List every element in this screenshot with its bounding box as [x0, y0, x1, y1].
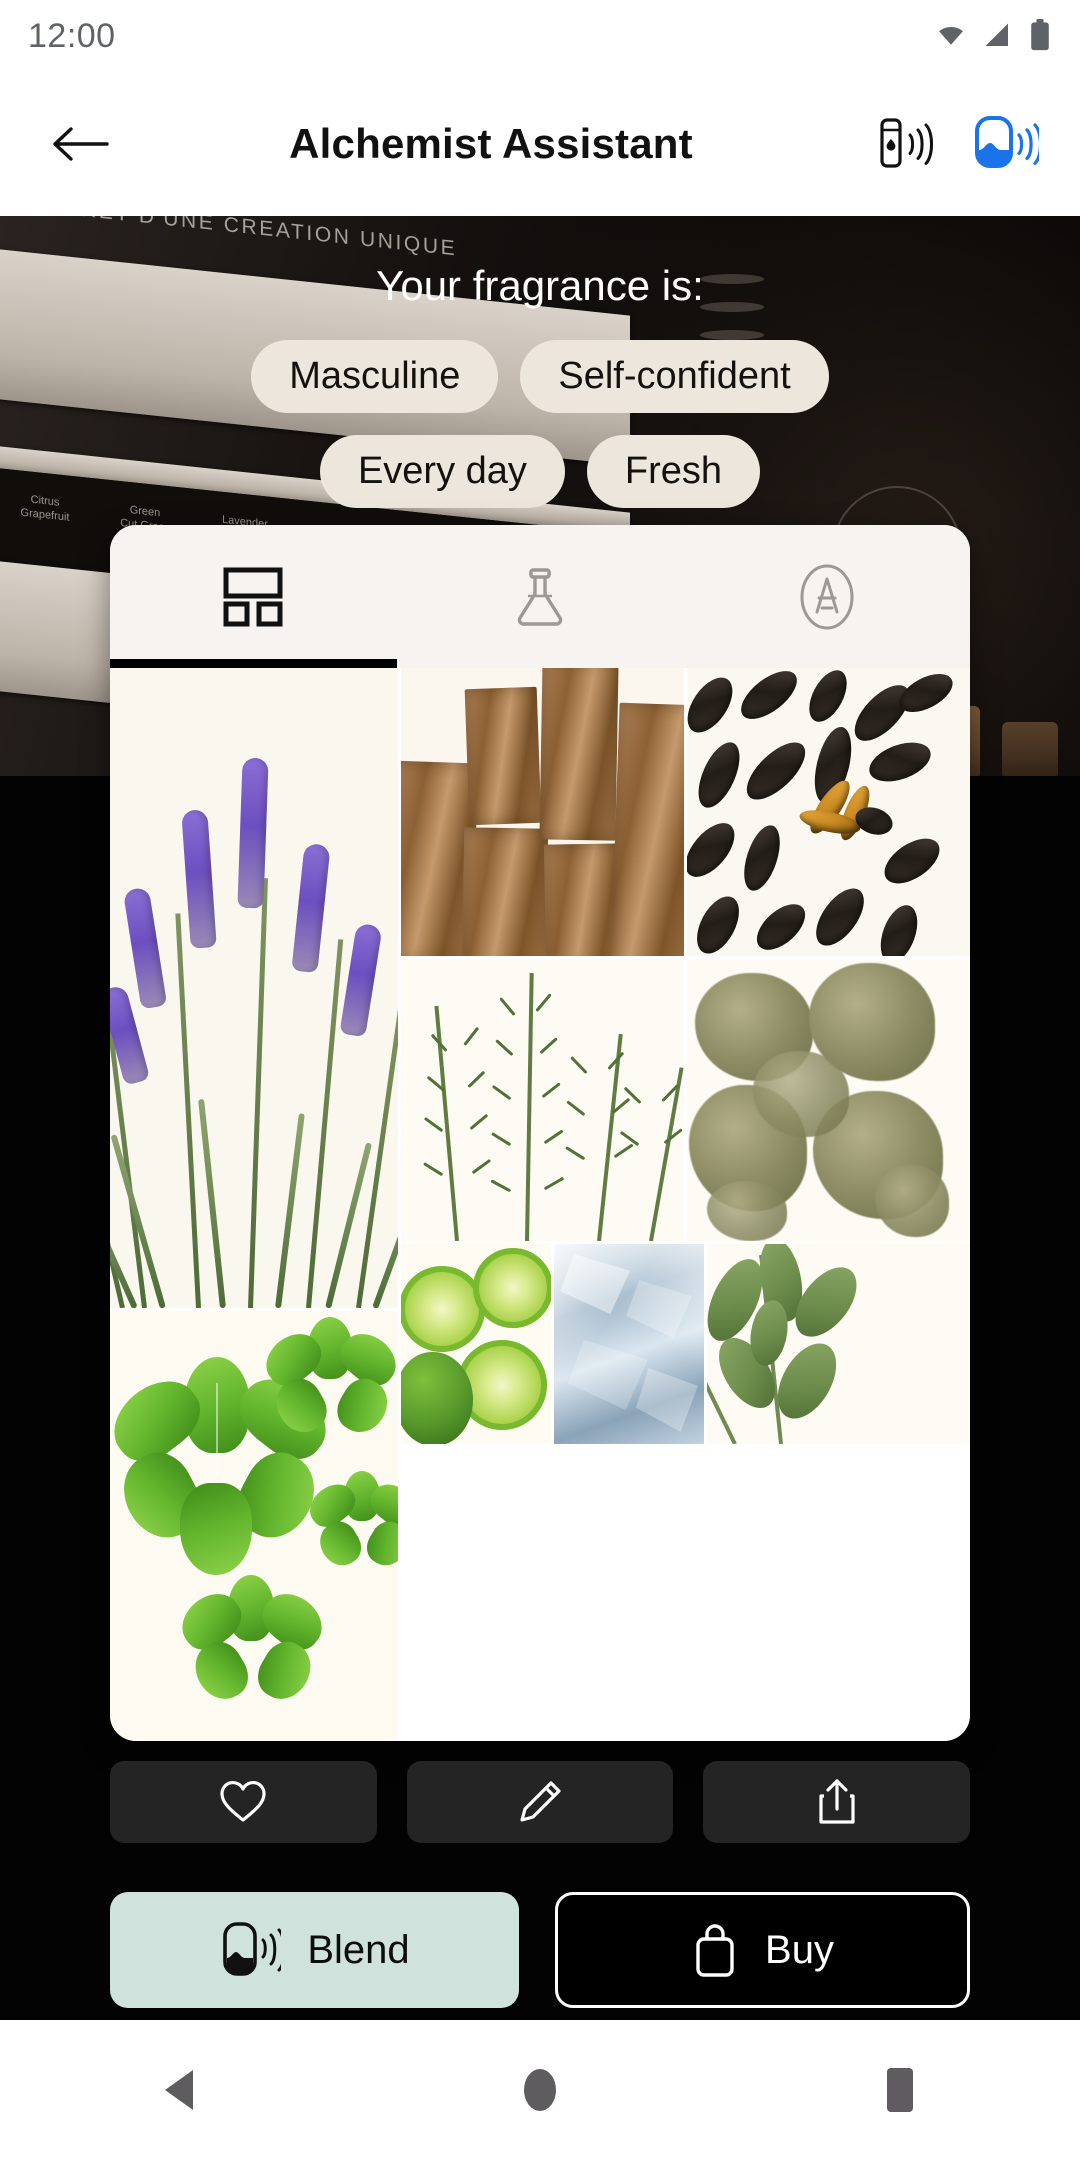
sage-artwork	[707, 1244, 970, 1444]
fragrance-tag-list: Masculine Self-confident Every day Fresh	[0, 340, 1080, 509]
sprayer-device-icon	[880, 118, 934, 168]
nav-back-icon	[165, 2070, 193, 2110]
tonka-bean-artwork	[687, 668, 970, 956]
geranium-artwork	[110, 1311, 398, 1741]
ingredient-tile-rosemary[interactable]	[401, 959, 684, 1241]
ingredient-tile-lavender[interactable]	[110, 668, 398, 1308]
nav-home-button[interactable]	[480, 2030, 600, 2150]
grid-row-1	[401, 668, 970, 956]
tab-ingredients-grid[interactable]	[110, 525, 397, 668]
ice-artwork	[554, 1244, 704, 1444]
oakmoss-artwork	[687, 959, 970, 1241]
tab-formula[interactable]	[397, 525, 684, 668]
pencil-icon	[520, 1781, 561, 1822]
hero-title: Your fragrance is:	[376, 262, 704, 309]
app-bar: Alchemist Assistant	[0, 72, 1080, 216]
fragrance-tag[interactable]: Self-confident	[520, 340, 829, 414]
buy-button[interactable]: Buy	[555, 1892, 970, 2008]
buy-label: Buy	[765, 1927, 834, 1972]
phone-screen: 12:00 Alchemist Assistant SECRET D'UNE C…	[0, 0, 1080, 2160]
app-bar-actions	[872, 109, 1040, 179]
grid-column-right	[401, 668, 970, 1741]
ingredient-tile-oakmoss[interactable]	[687, 959, 970, 1241]
ingredient-tile-sage[interactable]	[707, 1244, 970, 1444]
back-arrow-icon	[53, 127, 109, 161]
lavender-artwork	[110, 668, 398, 1308]
grid-column-left	[110, 668, 398, 1741]
sprayer-device-button[interactable]	[872, 109, 942, 179]
blender-device-icon	[975, 116, 1039, 168]
hero-section: SECRET D'UNE CREATION UNIQUE Citrus Grape…	[0, 216, 1080, 2020]
ingredient-tile-sandalwood[interactable]	[401, 668, 684, 956]
blender-device-icon	[223, 1922, 282, 1976]
nav-recents-icon	[887, 2068, 913, 2112]
blender-device-button[interactable]	[970, 109, 1040, 179]
page-title: Alchemist Assistant	[289, 120, 693, 167]
eiffel-tower-icon	[800, 564, 854, 629]
status-icons	[934, 19, 1052, 53]
shopping-bag-icon	[696, 1924, 734, 1977]
fragrance-tag[interactable]: Fresh	[586, 435, 761, 509]
ingredient-grid	[110, 668, 970, 1741]
nav-recents-button[interactable]	[840, 2030, 960, 2150]
wifi-icon	[939, 26, 963, 45]
primary-action-row: Blend Buy	[110, 1892, 970, 2008]
fragrance-tag[interactable]: Masculine	[251, 340, 499, 414]
status-time: 12:00	[28, 16, 116, 55]
heart-icon	[220, 1781, 266, 1822]
ingredient-tile-tonka-bean[interactable]	[687, 668, 970, 956]
grid-row-2	[401, 959, 970, 1241]
nav-home-icon	[524, 2069, 556, 2111]
card-tab-bar	[110, 525, 970, 668]
tab-active-indicator	[110, 659, 397, 668]
quick-action-row	[110, 1761, 971, 1843]
sandalwood-artwork	[401, 668, 684, 956]
blend-label: Blend	[307, 1927, 410, 1972]
rosemary-artwork	[401, 959, 684, 1241]
ingredients-card	[110, 525, 970, 1741]
ingredient-tile-ice[interactable]	[554, 1244, 704, 1444]
status-bar: 12:00	[0, 0, 1080, 72]
edit-button[interactable]	[406, 1761, 674, 1843]
share-icon	[819, 1779, 855, 1824]
ingredient-tile-bergamot[interactable]	[401, 1244, 551, 1444]
flask-icon	[517, 567, 563, 626]
grid-row-3	[401, 1244, 970, 1444]
system-nav-bar	[0, 2020, 1080, 2160]
blend-button[interactable]: Blend	[110, 1892, 519, 2008]
nav-back-button[interactable]	[120, 2030, 240, 2150]
cellular-signal-icon	[985, 23, 1008, 46]
favorite-button[interactable]	[110, 1761, 377, 1843]
share-button[interactable]	[703, 1761, 971, 1843]
grid-layout-icon	[223, 567, 283, 626]
back-button[interactable]	[40, 104, 120, 184]
tab-origin[interactable]	[683, 525, 970, 668]
bergamot-artwork	[401, 1244, 551, 1444]
ingredient-tile-geranium[interactable]	[110, 1311, 398, 1741]
fragrance-tag[interactable]: Every day	[319, 435, 565, 509]
battery-icon	[1031, 19, 1049, 51]
